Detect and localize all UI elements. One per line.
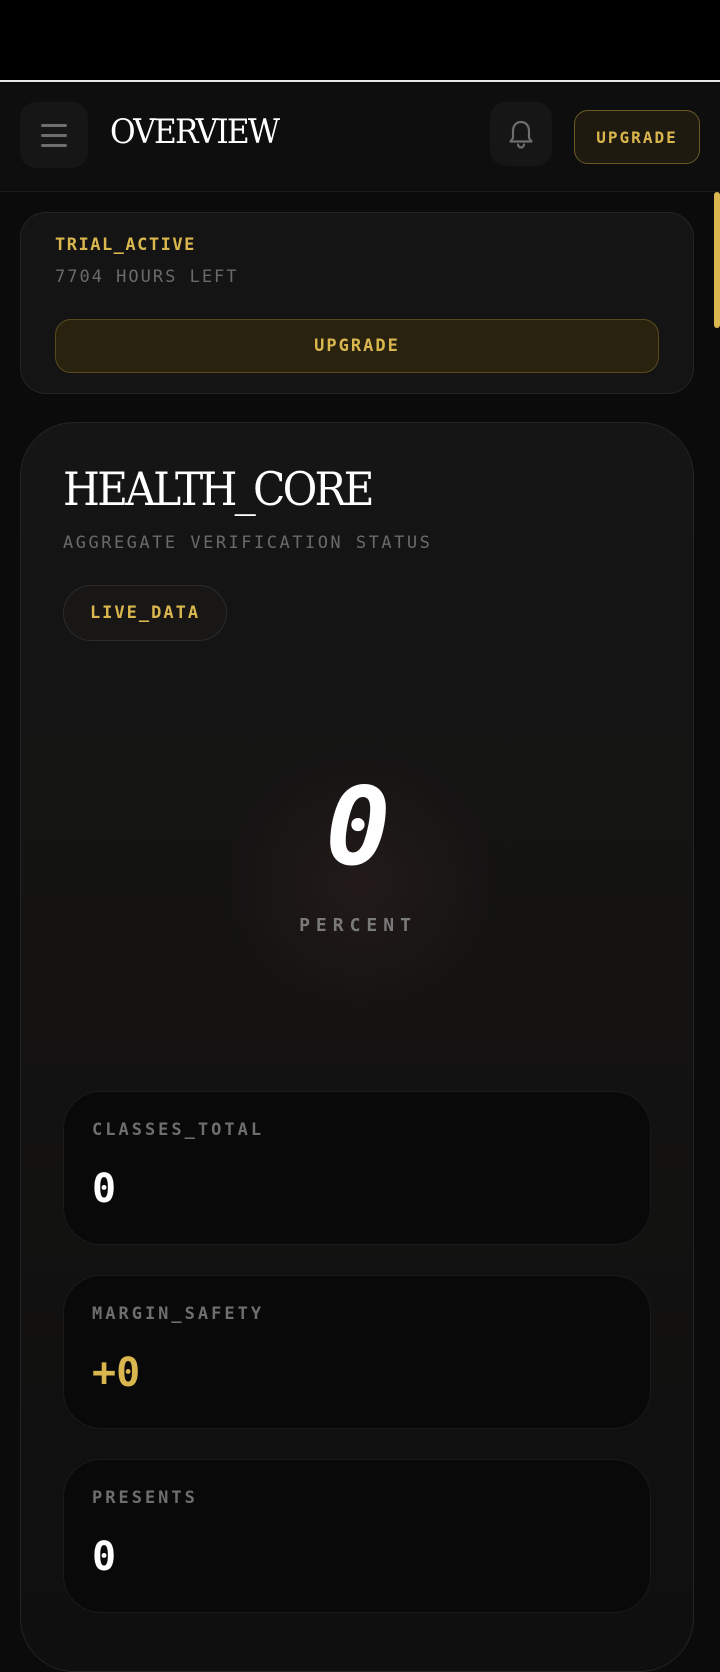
trial-status: TRIAL_ACTIVE [55, 235, 196, 255]
health-core-card: HEALTH_CORE AGGREGATE VERIFICATION STATU… [20, 422, 694, 1672]
health-title: HEALTH_CORE [63, 462, 375, 516]
upgrade-button[interactable]: UPGRADE [574, 110, 700, 164]
menu-icon [41, 123, 67, 127]
stat-value: +0 [92, 1350, 141, 1396]
stat-value: 0 [92, 1166, 117, 1212]
trial-hours-left: 7704 HOURS LEFT [55, 267, 239, 287]
bell-icon [509, 120, 533, 149]
app-header: OVERVIEW UPGRADE [0, 84, 720, 192]
health-percent-label: PERCENT [299, 915, 417, 936]
trial-card: TRIAL_ACTIVE 7704 HOURS LEFT UPGRADE [20, 212, 694, 394]
status-bar [0, 0, 720, 82]
stat-label: CLASSES_TOTAL [92, 1120, 265, 1140]
stat-card-classes-total: CLASSES_TOTAL 0 [63, 1091, 651, 1245]
live-data-badge: LIVE_DATA [63, 585, 227, 641]
stat-card-margin-safety: MARGIN_SAFETY +0 [63, 1275, 651, 1429]
stat-card-presents: PRESENTS 0 [63, 1459, 651, 1613]
trial-upgrade-button[interactable]: UPGRADE [55, 319, 659, 373]
page-title: OVERVIEW [110, 112, 280, 152]
scrollbar-thumb[interactable] [714, 192, 720, 328]
notifications-button[interactable] [490, 102, 552, 166]
health-subtitle: AGGREGATE VERIFICATION STATUS [63, 533, 433, 553]
menu-button[interactable] [20, 102, 88, 168]
stat-value: 0 [92, 1534, 117, 1580]
stat-label: PRESENTS [92, 1488, 198, 1508]
stat-label: MARGIN_SAFETY [92, 1304, 265, 1324]
health-percent-value: 0 [325, 765, 391, 890]
